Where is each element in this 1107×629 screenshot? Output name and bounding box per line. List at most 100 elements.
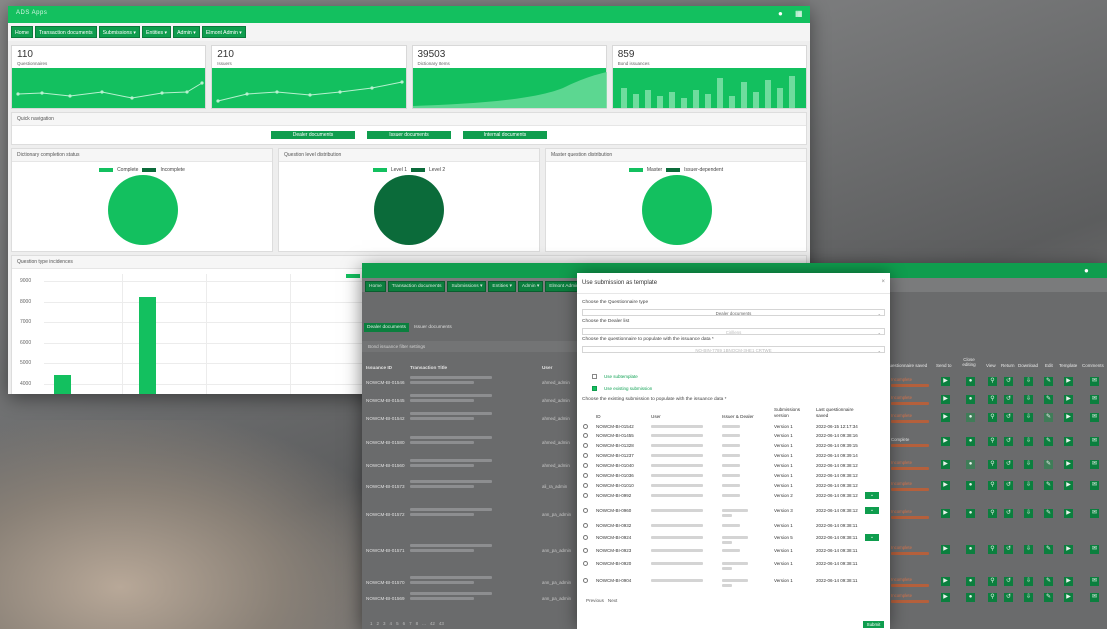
issuance-id[interactable]: NOWCM-BI-01542: [366, 416, 405, 421]
send-to-button[interactable]: ▶: [941, 481, 950, 490]
submission-radio[interactable]: [583, 463, 588, 468]
edit-button[interactable]: ✎: [1044, 377, 1053, 386]
pie-level-2[interactable]: [374, 175, 444, 245]
close-editing-button[interactable]: ●: [966, 509, 975, 518]
send-to-button[interactable]: ▶: [941, 577, 950, 586]
comments-button[interactable]: ✉: [1090, 377, 1099, 386]
bell-icon[interactable]: ●: [1084, 267, 1091, 275]
pie-complete[interactable]: [108, 175, 178, 245]
view-button[interactable]: ⚲: [988, 593, 997, 602]
comments-button[interactable]: ✉: [1090, 413, 1099, 422]
download-button[interactable]: ⇩: [1024, 395, 1033, 404]
return-button[interactable]: ↺: [1004, 577, 1013, 586]
send-to-button[interactable]: ▶: [941, 509, 950, 518]
return-button[interactable]: ↺: [1004, 377, 1013, 386]
nav-submissions[interactable]: Submissions ▾: [447, 281, 487, 292]
page-link[interactable]: 4: [390, 621, 393, 626]
page-link[interactable]: 1: [370, 621, 373, 626]
view-button[interactable]: ⚲: [988, 395, 997, 404]
return-button[interactable]: ↺: [1004, 509, 1013, 518]
send-to-button[interactable]: ▶: [941, 545, 950, 554]
comments-button[interactable]: ✉: [1090, 593, 1099, 602]
next-button[interactable]: Next: [608, 598, 617, 603]
submission-radio[interactable]: [583, 578, 588, 583]
view-button[interactable]: ⚲: [988, 481, 997, 490]
bar-question-type[interactable]: [139, 297, 156, 394]
return-button[interactable]: ↺: [1004, 437, 1013, 446]
stat-card-bond-issuances[interactable]: 859 Bond issuances: [611, 45, 807, 109]
template-button[interactable]: ▶: [1064, 413, 1073, 422]
submission-radio[interactable]: [583, 508, 588, 513]
edit-button[interactable]: ✎: [1044, 437, 1053, 446]
submission-radio[interactable]: [583, 535, 588, 540]
nav-entities[interactable]: Entities ▾: [142, 26, 172, 38]
view-button[interactable]: ⚲: [988, 545, 997, 554]
download-button[interactable]: ⇩: [1024, 413, 1033, 422]
send-to-button[interactable]: ▶: [941, 395, 950, 404]
view-button[interactable]: ⚲: [988, 437, 997, 446]
download-button[interactable]: ⇩: [1024, 509, 1033, 518]
issuance-id[interactable]: NOWCM-BI-01560: [366, 463, 405, 468]
nav-elmont-admin[interactable]: Elmont Admin ▾: [201, 26, 246, 38]
edit-button[interactable]: ✎: [1044, 460, 1053, 469]
view-button[interactable]: ⚲: [988, 377, 997, 386]
template-button[interactable]: ▶: [1064, 377, 1073, 386]
submission-radio[interactable]: [583, 561, 588, 566]
issuance-id[interactable]: NOWCM-BI-01580: [366, 440, 405, 445]
close-editing-button[interactable]: ●: [966, 593, 975, 602]
edit-button[interactable]: ✎: [1044, 577, 1053, 586]
page-link[interactable]: 43: [439, 621, 444, 626]
issuance-id[interactable]: NOWCM-BI-01545: [366, 398, 405, 403]
send-to-button[interactable]: ▶: [941, 377, 950, 386]
submission-radio[interactable]: [583, 443, 588, 448]
comments-button[interactable]: ✉: [1090, 545, 1099, 554]
bell-icon[interactable]: ●: [778, 10, 785, 18]
return-button[interactable]: ↺: [1004, 545, 1013, 554]
stat-card-issuers[interactable]: 210 Issuers: [211, 45, 407, 109]
issuance-id[interactable]: NOWCM-BI-01546: [366, 380, 405, 385]
col-transaction-title[interactable]: Transaction Title: [410, 365, 447, 370]
expand-chevron-icon[interactable]: ⌄: [865, 507, 879, 514]
send-to-button[interactable]: ▶: [941, 437, 950, 446]
submission-radio[interactable]: [583, 433, 588, 438]
submission-radio[interactable]: [583, 493, 588, 498]
close-editing-button[interactable]: ●: [966, 395, 975, 404]
tab-dealer-documents[interactable]: Dealer documents: [364, 323, 409, 332]
send-to-button[interactable]: ▶: [941, 460, 950, 469]
download-button[interactable]: ⇩: [1024, 437, 1033, 446]
return-button[interactable]: ↺: [1004, 593, 1013, 602]
comments-button[interactable]: ✉: [1090, 481, 1099, 490]
submission-radio[interactable]: [583, 523, 588, 528]
previous-button[interactable]: Previous: [586, 598, 604, 603]
stat-card-dictionary-items[interactable]: 39503 Dictionary Items: [411, 45, 607, 109]
return-button[interactable]: ↺: [1004, 395, 1013, 404]
submission-radio[interactable]: [583, 473, 588, 478]
comments-button[interactable]: ✉: [1090, 460, 1099, 469]
view-button[interactable]: ⚲: [988, 460, 997, 469]
submission-radio[interactable]: [583, 424, 588, 429]
template-button[interactable]: ▶: [1064, 437, 1073, 446]
edit-button[interactable]: ✎: [1044, 593, 1053, 602]
download-button[interactable]: ⇩: [1024, 593, 1033, 602]
comments-button[interactable]: ✉: [1090, 437, 1099, 446]
close-editing-button[interactable]: ●: [966, 481, 975, 490]
send-to-button[interactable]: ▶: [941, 593, 950, 602]
questionnaire-type-select[interactable]: Dealer documents ⌄: [582, 309, 885, 316]
issuance-id[interactable]: NOWCM-BI-01572: [366, 512, 405, 517]
edit-button[interactable]: ✎: [1044, 395, 1053, 404]
dealer-documents-button[interactable]: Dealer documents: [271, 131, 355, 139]
tab-issuer-documents[interactable]: Issuer documents: [411, 323, 455, 332]
template-button[interactable]: ▶: [1064, 545, 1073, 554]
view-button[interactable]: ⚲: [988, 577, 997, 586]
page-link[interactable]: 3: [383, 621, 386, 626]
template-button[interactable]: ▶: [1064, 481, 1073, 490]
close-editing-button[interactable]: ●: [966, 460, 975, 469]
page-link[interactable]: 7: [409, 621, 412, 626]
issuance-id[interactable]: NOWCM-BI-01571: [366, 548, 405, 553]
bar-question-type[interactable]: [54, 375, 71, 394]
download-button[interactable]: ⇩: [1024, 460, 1033, 469]
use-existing-submission-checkbox[interactable]: [592, 386, 597, 391]
nav-home[interactable]: Home: [365, 281, 386, 292]
nav-admin[interactable]: Admin ▾: [173, 26, 200, 38]
comments-button[interactable]: ✉: [1090, 509, 1099, 518]
